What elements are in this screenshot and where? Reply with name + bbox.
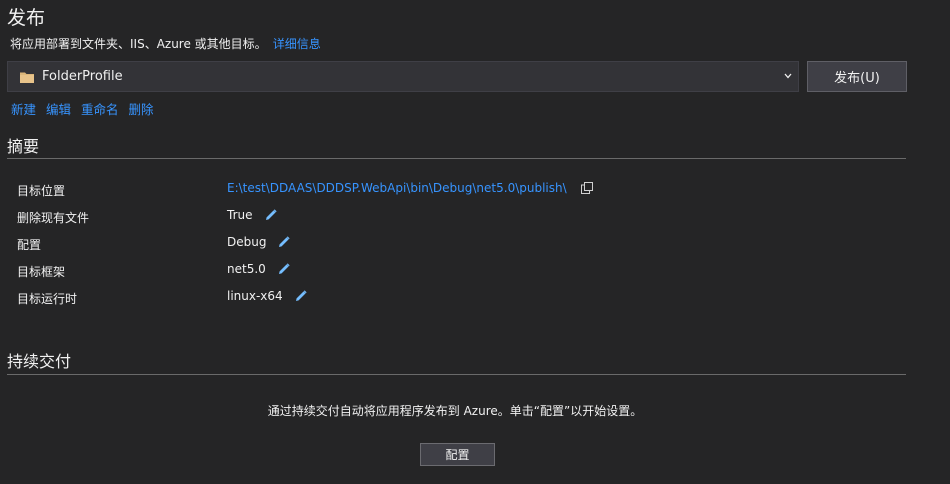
- publish-button[interactable]: 发布(U): [807, 61, 907, 92]
- copy-icon[interactable]: [580, 182, 593, 194]
- pencil-icon[interactable]: [278, 236, 291, 248]
- target-framework-value-group: net5.0: [227, 262, 290, 276]
- target-runtime-label: 目标运行时: [17, 292, 78, 306]
- target-location-value-group: E:\test\DDAAS\DDDSP.WebApi\bin\Debug\net…: [227, 181, 593, 195]
- configuration-label: 配置: [17, 238, 42, 252]
- details-link[interactable]: 详细信息: [273, 37, 321, 51]
- target-location-label: 目标位置: [17, 184, 66, 198]
- target-framework-label: 目标框架: [17, 265, 66, 279]
- edit-profile-link[interactable]: 编辑: [46, 99, 71, 118]
- summary-section-title: 摘要: [7, 137, 40, 156]
- delete-existing-files-label: 删除现有文件: [17, 211, 90, 225]
- configuration-value: Debug: [227, 235, 267, 249]
- subtitle-text: 将应用部署到文件夹、IIS、Azure 或其他目标。: [10, 37, 267, 51]
- profile-actions: 新建 编辑 重命名 删除: [11, 99, 154, 118]
- configuration-value-group: Debug: [227, 235, 291, 249]
- pencil-icon[interactable]: [265, 209, 277, 221]
- publish-page: 发布 将应用部署到文件夹、IIS、Azure 或其他目标。 详细信息 Folder…: [0, 0, 950, 484]
- page-subtitle: 将应用部署到文件夹、IIS、Azure 或其他目标。 详细信息: [10, 35, 321, 52]
- pencil-icon[interactable]: [295, 290, 307, 302]
- chevron-down-icon: [784, 73, 792, 79]
- continuous-delivery-section-title: 持续交付: [7, 352, 72, 371]
- target-location-link[interactable]: E:\test\DDAAS\DDDSP.WebApi\bin\Debug\net…: [227, 181, 567, 195]
- target-runtime-value-group: linux-x64: [227, 289, 307, 303]
- new-profile-link[interactable]: 新建: [11, 99, 36, 118]
- configure-button[interactable]: 配置: [420, 443, 495, 466]
- folder-icon: [20, 72, 34, 83]
- continuous-delivery-divider: [7, 374, 906, 375]
- page-title: 发布: [7, 7, 46, 29]
- delete-existing-files-value-group: True: [227, 208, 277, 222]
- delete-existing-files-value: True: [227, 208, 253, 222]
- summary-divider: [7, 158, 906, 159]
- continuous-delivery-description: 通过持续交付自动将应用程序发布到 Azure。单击“配置”以开始设置。: [267, 404, 643, 418]
- target-framework-value: net5.0: [227, 262, 266, 276]
- target-runtime-value: linux-x64: [227, 289, 283, 303]
- rename-profile-link[interactable]: 重命名: [81, 99, 119, 118]
- profile-selected-value: FolderProfile: [42, 69, 123, 84]
- delete-profile-link[interactable]: 删除: [129, 99, 154, 118]
- pencil-icon[interactable]: [278, 263, 290, 275]
- profile-dropdown[interactable]: FolderProfile: [7, 61, 799, 92]
